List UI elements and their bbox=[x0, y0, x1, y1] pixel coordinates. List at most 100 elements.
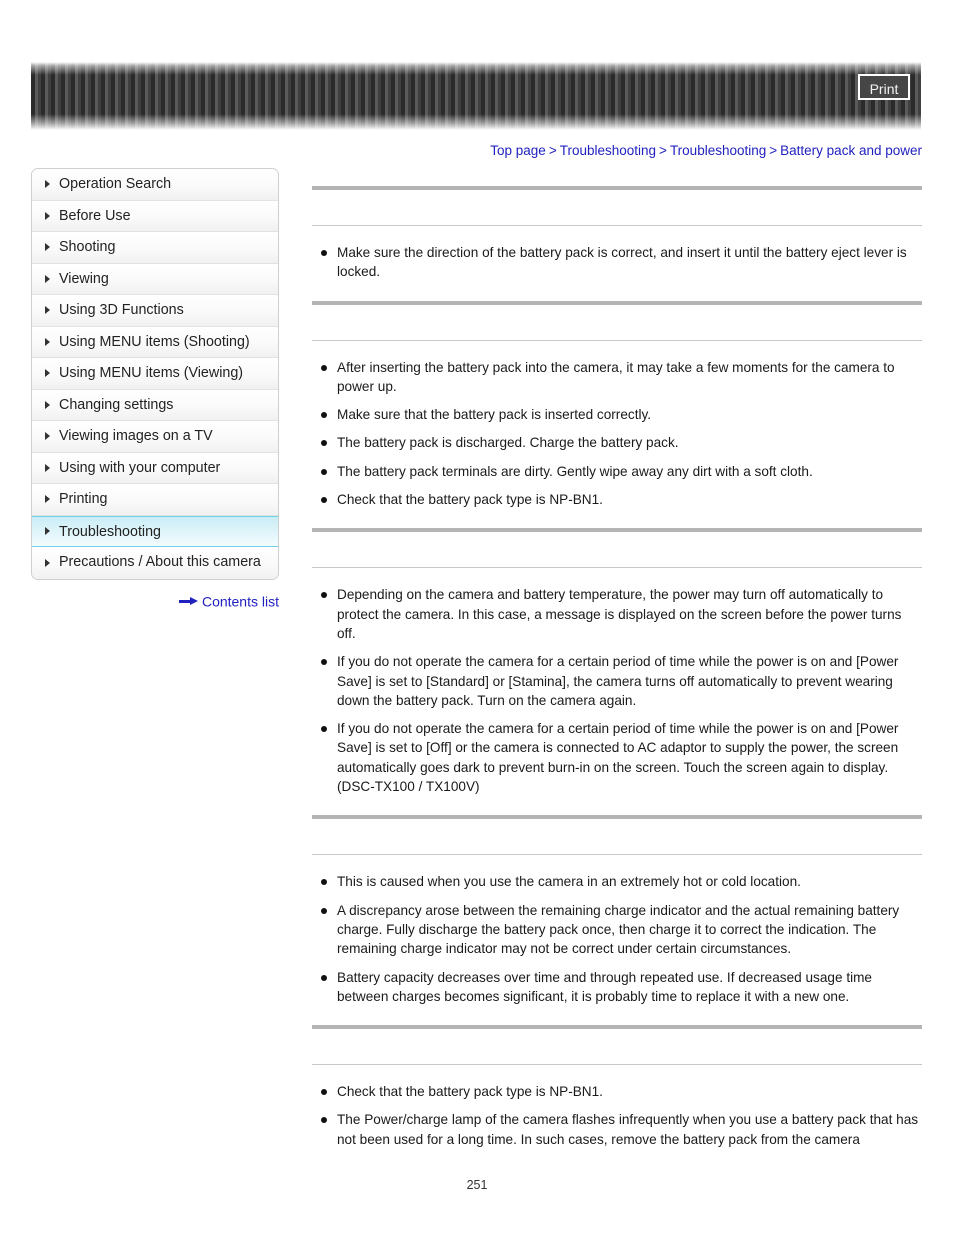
breadcrumb-item[interactable]: Top page bbox=[490, 143, 546, 158]
list-item: Battery capacity decreases over time and… bbox=[312, 968, 922, 1007]
section-body: This is caused when you use the camera i… bbox=[312, 855, 922, 1025]
triangle-right-icon bbox=[45, 527, 50, 536]
section-body: Depending on the camera and battery temp… bbox=[312, 568, 922, 815]
triangle-right-icon bbox=[45, 243, 50, 252]
list-item: Depending on the camera and battery temp… bbox=[312, 585, 922, 643]
bullet-dot-icon bbox=[321, 412, 327, 419]
list-item-text: A discrepancy arose between the remainin… bbox=[337, 902, 900, 957]
bullet-dot-icon bbox=[321, 726, 327, 733]
list-item: After inserting the battery pack into th… bbox=[312, 358, 922, 397]
bullet-dot-icon bbox=[321, 250, 327, 256]
list-item-text: If you do not operate the camera for a c… bbox=[337, 654, 899, 708]
bullet-dot-icon bbox=[321, 497, 327, 504]
sidebar-item-printing[interactable]: Printing bbox=[32, 484, 278, 516]
sidebar-item-label: Viewing bbox=[59, 270, 109, 287]
sidebar-item-label: Using MENU items (Shooting) bbox=[59, 333, 250, 350]
triangle-right-icon bbox=[45, 369, 50, 378]
triangle-right-icon bbox=[45, 274, 50, 283]
list-item: If you do not operate the camera for a c… bbox=[312, 652, 922, 710]
list-item: The battery pack is discharged. Charge t… bbox=[312, 433, 922, 452]
bullet-list: Check that the battery pack type is NP-B… bbox=[312, 1082, 922, 1149]
sidebar-item-viewing[interactable]: Viewing bbox=[32, 263, 278, 295]
sidebar-item-shooting[interactable]: Shooting bbox=[32, 232, 278, 264]
list-item: The battery pack terminals are dirty. Ge… bbox=[312, 462, 922, 481]
list-item-text: The battery pack is discharged. Charge t… bbox=[337, 435, 679, 451]
bullet-dot-icon bbox=[321, 907, 327, 914]
sidebar-item-precautions-about-this-camera[interactable]: Precautions / About this camera bbox=[32, 547, 278, 579]
sidebar-item-label: Using 3D Functions bbox=[59, 302, 184, 318]
print-button[interactable]: Print bbox=[858, 74, 910, 100]
triangle-right-icon bbox=[45, 495, 50, 504]
list-item-text: Check that the battery pack type is NP-B… bbox=[337, 492, 603, 508]
bullet-dot-icon bbox=[321, 468, 327, 475]
section-body: Make sure the direction of the battery p… bbox=[312, 226, 922, 301]
sidebar-item-operation-search[interactable]: Operation Search bbox=[32, 169, 278, 201]
sidebar-item-label: Before Use bbox=[59, 207, 131, 224]
triangle-right-icon bbox=[45, 180, 50, 189]
section-heading bbox=[312, 819, 922, 854]
bullet-dot-icon bbox=[321, 1089, 327, 1096]
sidebar-navigation: Operation Search Before Use Shooting Viewin… bbox=[31, 168, 279, 580]
header-banner: Print bbox=[31, 62, 921, 130]
list-item: Make sure the direction of the battery p… bbox=[312, 243, 922, 282]
sidebar-item-label: Shooting bbox=[59, 239, 116, 255]
list-item: The Power/charge lamp of the camera flas… bbox=[312, 1110, 922, 1149]
list-item-text: Make sure the direction of the battery p… bbox=[337, 245, 907, 280]
sidebar-item-changing-settings[interactable]: Changing settings bbox=[32, 389, 278, 421]
bullet-dot-icon bbox=[321, 659, 327, 666]
sidebar-item-using-3d-functions[interactable]: Using 3D Functions bbox=[32, 295, 278, 327]
sidebar-item-label: Operation Search bbox=[59, 176, 172, 192]
sidebar-item-using-menu-items-viewing[interactable]: Using MENU items (Viewing) bbox=[32, 358, 278, 390]
bullet-list: This is caused when you use the camera i… bbox=[312, 872, 922, 1006]
bullet-dot-icon bbox=[321, 879, 327, 886]
bullet-list: Make sure the direction of the battery p… bbox=[312, 243, 922, 282]
list-item-text: The battery pack terminals are dirty. Ge… bbox=[337, 463, 813, 479]
list-item-text: Depending on the camera and battery temp… bbox=[337, 587, 902, 641]
section-heading bbox=[312, 190, 922, 225]
main-content: Make sure the direction of the battery p… bbox=[312, 186, 922, 1168]
bullet-list: Depending on the camera and battery temp… bbox=[312, 585, 922, 796]
section-heading bbox=[312, 305, 922, 340]
sidebar-item-viewing-images-on-a-tv[interactable]: Viewing images on a TV bbox=[32, 421, 278, 453]
sidebar-item-using-with-your-computer[interactable]: Using with your computer bbox=[32, 452, 278, 484]
sidebar-item-using-menu-items-shooting[interactable]: Using MENU items (Shooting) bbox=[32, 326, 278, 358]
list-item-text: Make sure that the battery pack is inser… bbox=[337, 407, 652, 423]
list-item: Check that the battery pack type is NP-B… bbox=[312, 1082, 922, 1101]
bullet-dot-icon bbox=[321, 1117, 327, 1124]
breadcrumb-item[interactable]: Battery pack and power bbox=[780, 143, 922, 158]
bullet-dot-icon bbox=[321, 364, 327, 371]
bullet-list: After inserting the battery pack into th… bbox=[312, 358, 922, 510]
bullet-dot-icon bbox=[321, 440, 327, 447]
list-item-text: After inserting the battery pack into th… bbox=[337, 359, 895, 394]
triangle-right-icon bbox=[45, 337, 50, 346]
breadcrumb: Top page > Troubleshooting > Troubleshooting… bbox=[312, 143, 922, 158]
breadcrumb-separator: > bbox=[769, 143, 778, 158]
section-heading bbox=[312, 1029, 922, 1064]
list-item-text: Check that the battery pack type is NP-B… bbox=[337, 1084, 603, 1100]
breadcrumb-separator: > bbox=[659, 143, 667, 158]
triangle-right-icon bbox=[45, 211, 50, 220]
breadcrumb-item[interactable]: Troubleshooting bbox=[670, 143, 766, 158]
sidebar-item-label: Changing settings bbox=[59, 396, 174, 413]
breadcrumb-item[interactable]: Troubleshooting bbox=[560, 143, 656, 158]
bullet-dot-icon bbox=[321, 974, 327, 981]
sidebar-item-label: Precautions / About this camera bbox=[59, 554, 261, 570]
sidebar-item-label: Using with your computer bbox=[59, 459, 221, 476]
section-heading bbox=[312, 532, 922, 567]
triangle-right-icon bbox=[45, 558, 50, 567]
list-item: Check that the battery pack type is NP-B… bbox=[312, 490, 922, 509]
section-body: After inserting the battery pack into th… bbox=[312, 341, 922, 529]
triangle-right-icon bbox=[45, 400, 50, 409]
bullet-dot-icon bbox=[321, 592, 327, 599]
list-item-text: This is caused when you use the camera i… bbox=[337, 874, 801, 890]
triangle-right-icon bbox=[45, 463, 50, 472]
contents-list-link[interactable]: Contents list bbox=[202, 593, 279, 609]
sidebar-item-before-use[interactable]: Before Use bbox=[32, 200, 278, 232]
page-number: 251 bbox=[466, 1178, 488, 1192]
sidebar-item-label: Viewing images on a TV bbox=[59, 428, 213, 444]
section-body: Check that the battery pack type is NP-B… bbox=[312, 1065, 922, 1168]
arrow-right-icon bbox=[178, 596, 198, 606]
list-item: A discrepancy arose between the remainin… bbox=[312, 901, 922, 959]
sidebar-item-label: Troubleshooting bbox=[59, 523, 161, 540]
sidebar-item-troubleshooting[interactable]: Troubleshooting bbox=[32, 515, 278, 547]
